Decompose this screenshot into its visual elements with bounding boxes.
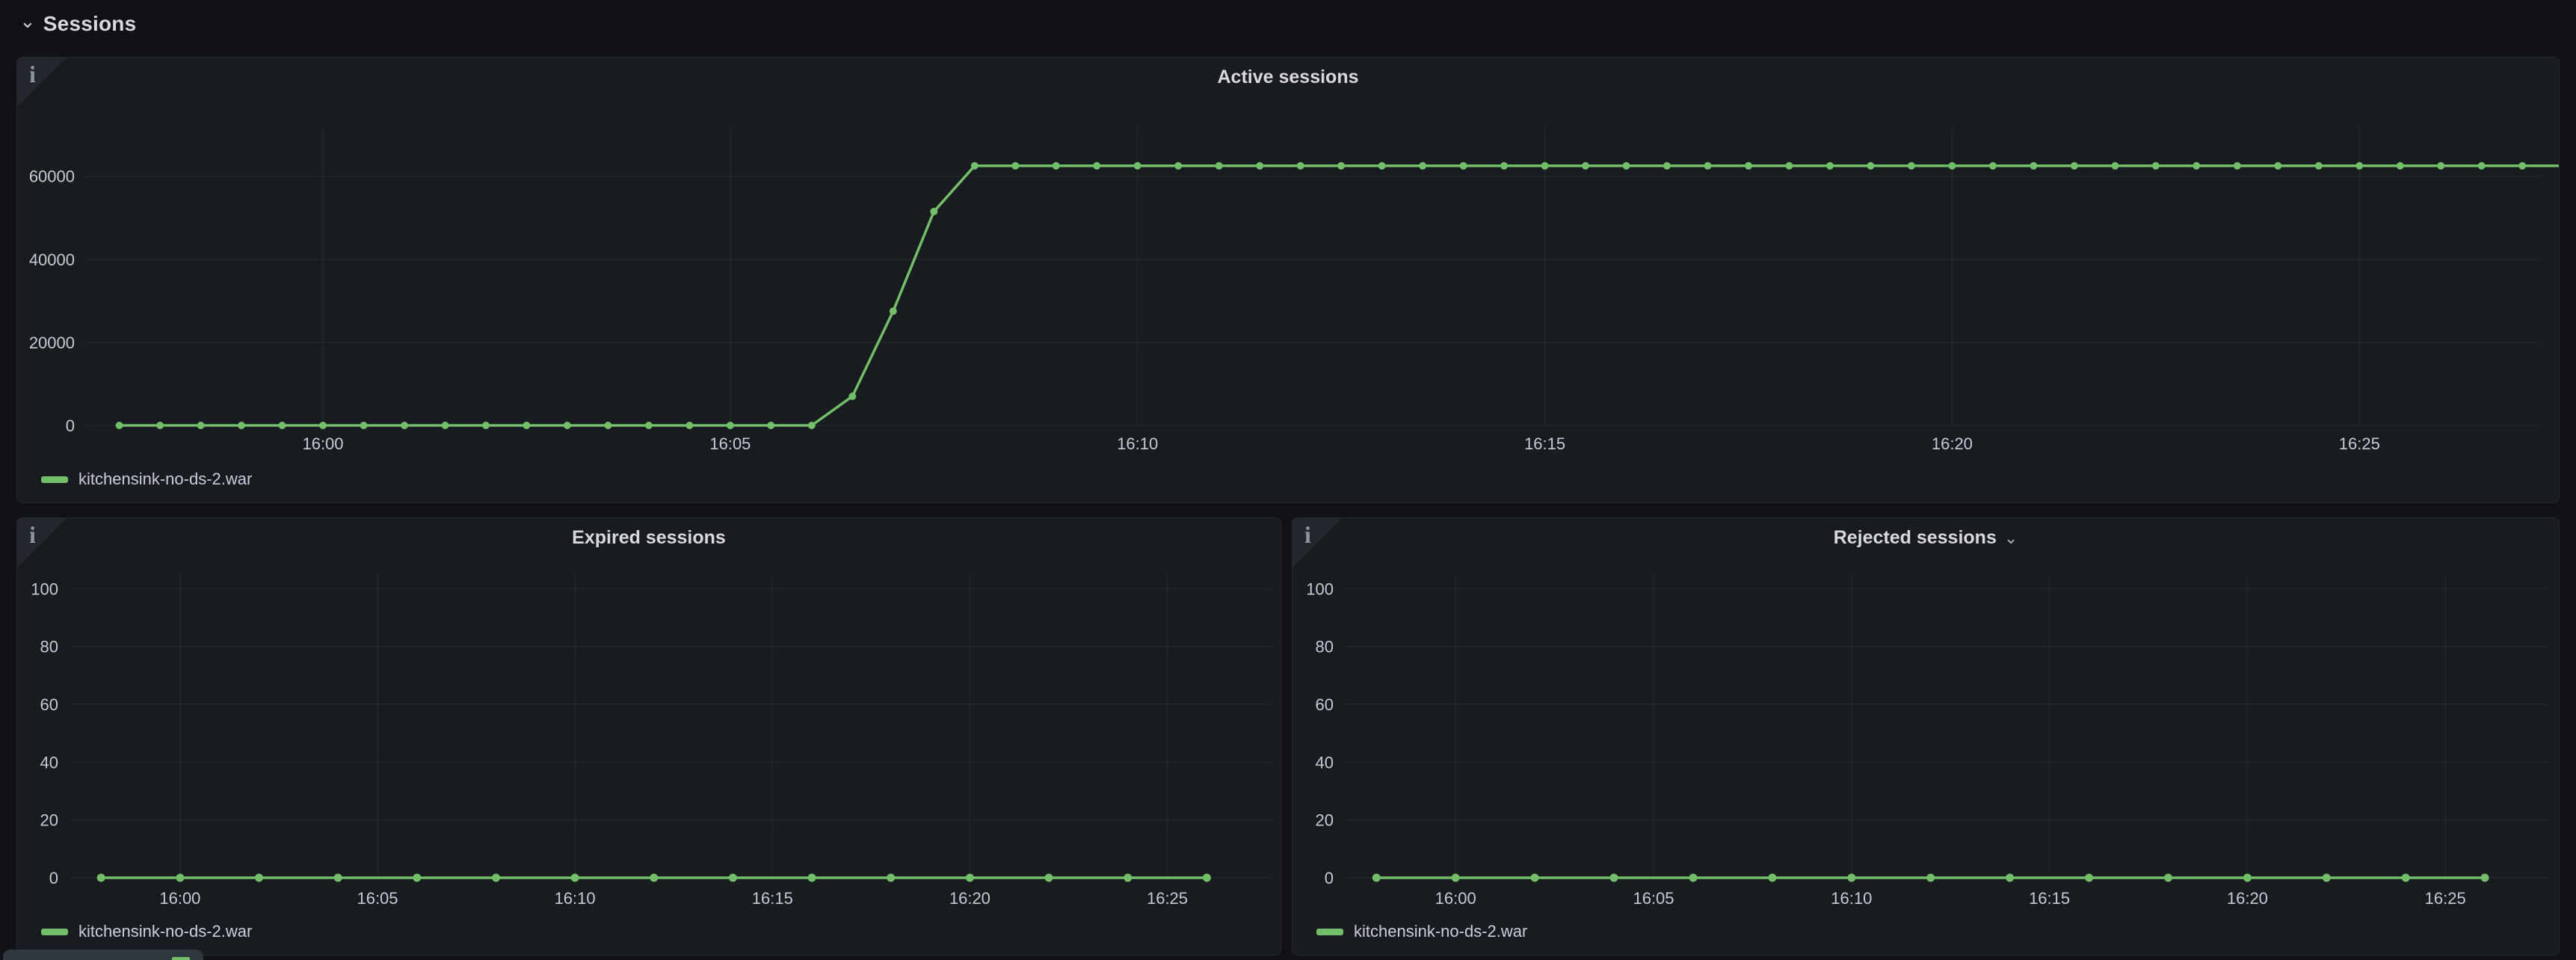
svg-text:80: 80 [1316, 638, 1334, 656]
svg-text:40: 40 [40, 753, 58, 772]
svg-text:16:00: 16:00 [302, 434, 343, 453]
legend: kitchensink-no-ds-2.war [41, 922, 252, 941]
panel-menu-caret-icon[interactable]: ⌄ [2004, 529, 2018, 547]
svg-text:20000: 20000 [29, 333, 75, 352]
svg-text:16:25: 16:25 [2425, 889, 2466, 908]
svg-text:20: 20 [40, 811, 58, 830]
svg-text:0: 0 [66, 416, 75, 435]
panel-title-text: Rejected sessions [1834, 527, 1997, 548]
svg-text:16:05: 16:05 [709, 434, 751, 453]
svg-text:60000: 60000 [29, 167, 75, 186]
svg-text:16:25: 16:25 [2339, 434, 2380, 453]
info-icon: i [29, 521, 36, 549]
svg-text:60: 60 [1316, 695, 1334, 714]
svg-text:16:15: 16:15 [752, 889, 793, 908]
info-icon: i [29, 61, 36, 88]
svg-text:100: 100 [31, 579, 58, 598]
panel-rejected-sessions: i Rejected sessions ⌄ 0 20 40 60 80 100 16:00 16… [1292, 517, 2560, 956]
svg-text:80: 80 [40, 638, 58, 656]
row-title[interactable]: Sessions [43, 12, 137, 36]
panel-title-rejected-sessions[interactable]: Rejected sessions ⌄ [1292, 527, 2559, 549]
svg-text:0: 0 [1325, 869, 1334, 887]
legend-label[interactable]: kitchensink-no-ds-2.war [78, 922, 252, 941]
panel-title-text: Expired sessions [572, 527, 726, 548]
row-header-sessions[interactable]: ⌄ Sessions [19, 9, 136, 39]
svg-text:16:00: 16:00 [159, 889, 200, 908]
svg-text:16:00: 16:00 [1435, 889, 1476, 908]
panel-info-corner[interactable]: i [1292, 518, 1342, 567]
tooltip-fragment [3, 950, 203, 960]
legend: kitchensink-no-ds-2.war [41, 470, 252, 489]
svg-text:16:25: 16:25 [1147, 889, 1188, 908]
svg-text:16:15: 16:15 [2029, 889, 2070, 908]
svg-text:16:20: 16:20 [2227, 889, 2268, 908]
svg-text:100: 100 [1306, 579, 1334, 598]
svg-text:16:05: 16:05 [357, 889, 398, 908]
panel-info-corner[interactable]: i [17, 58, 67, 107]
time-series-chart-active-sessions[interactable]: 0 20000 40000 60000 16:00 16:05 16:10 16:15 16:2… [17, 58, 2559, 502]
tooltip-series-swatch [172, 957, 190, 960]
svg-text:16:20: 16:20 [1932, 434, 1973, 453]
legend-swatch[interactable] [1316, 929, 1343, 935]
chevron-down-icon[interactable]: ⌄ [19, 11, 36, 31]
svg-text:40000: 40000 [29, 250, 75, 269]
info-icon: i [1304, 521, 1311, 549]
legend-label[interactable]: kitchensink-no-ds-2.war [78, 470, 252, 489]
legend-label[interactable]: kitchensink-no-ds-2.war [1354, 922, 1527, 941]
panel-active-sessions: i Active sessions 0 20000 40000 60000 16:00 1… [16, 57, 2560, 503]
svg-text:0: 0 [49, 869, 58, 887]
svg-text:20: 20 [1316, 811, 1334, 830]
time-series-chart-expired-sessions[interactable]: 0 20 40 60 80 100 16:00 16:05 16:10 16:15 16:20 16:… [17, 518, 1281, 955]
time-series-chart-rejected-sessions[interactable]: 0 20 40 60 80 100 16:00 16:05 16:10 16:15 16:20 16:… [1292, 518, 2559, 955]
svg-text:16:20: 16:20 [949, 889, 990, 908]
panel-title-active-sessions[interactable]: Active sessions [17, 67, 2559, 88]
svg-text:40: 40 [1316, 753, 1334, 772]
svg-text:16:10: 16:10 [1117, 434, 1158, 453]
svg-text:16:10: 16:10 [1831, 889, 1872, 908]
legend-swatch[interactable] [41, 929, 68, 935]
svg-text:16:05: 16:05 [1633, 889, 1674, 908]
panel-title-text: Active sessions [1218, 67, 1359, 87]
svg-text:16:10: 16:10 [555, 889, 596, 908]
panel-expired-sessions: i Expired sessions 0 20 40 60 80 100 16:00 16:0… [16, 517, 1281, 956]
panel-info-corner[interactable]: i [17, 518, 67, 567]
legend-swatch[interactable] [41, 476, 68, 483]
svg-text:16:15: 16:15 [1524, 434, 1565, 453]
panel-title-expired-sessions[interactable]: Expired sessions [17, 527, 1281, 549]
svg-text:60: 60 [40, 695, 58, 714]
legend: kitchensink-no-ds-2.war [1316, 922, 1527, 941]
